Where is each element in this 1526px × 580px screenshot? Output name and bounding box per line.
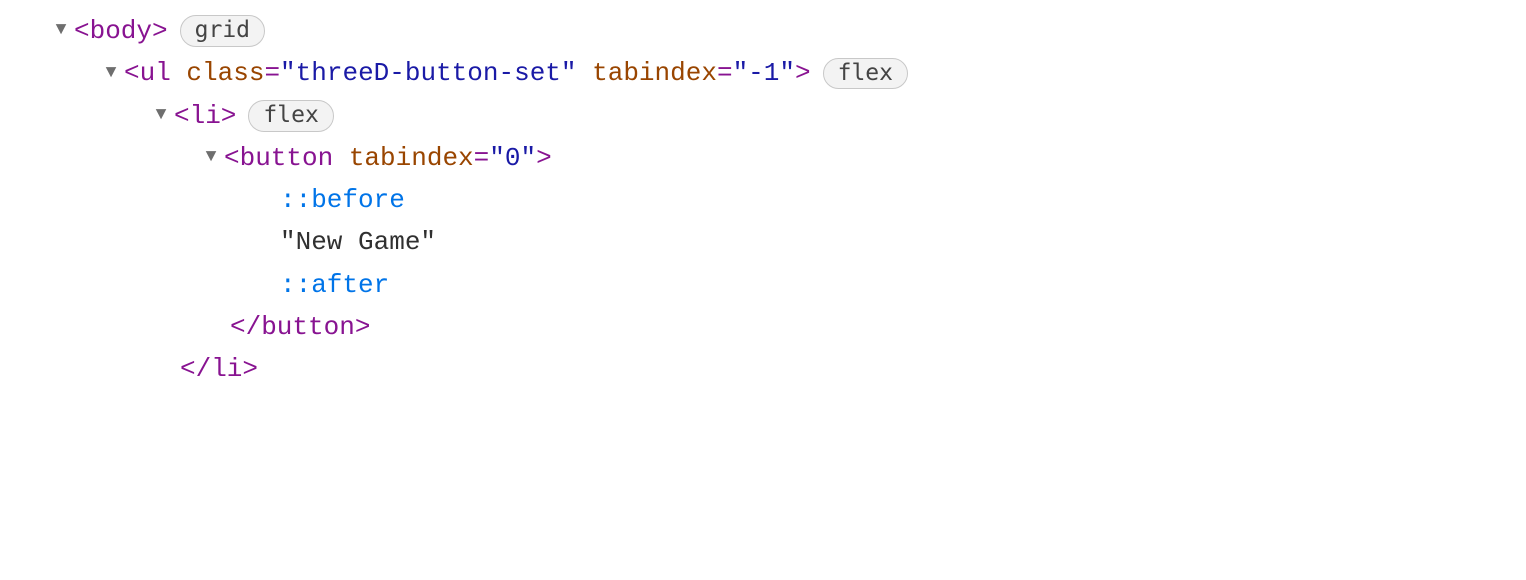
tag-name: = [474, 138, 490, 178]
text-node: "New Game" [280, 222, 436, 262]
layout-badge[interactable]: flex [823, 58, 908, 90]
dom-tree-row[interactable]: ▼<button tabindex="0"> [0, 137, 1526, 179]
layout-badge[interactable]: flex [248, 100, 333, 132]
quote: " [520, 138, 536, 178]
quote: " [779, 53, 795, 93]
tag-name: </li> [180, 349, 258, 389]
attribute-value: -1 [748, 53, 779, 93]
quote: " [280, 53, 296, 93]
attribute-value: 0 [505, 138, 521, 178]
disclosure-triangle-icon[interactable]: ▼ [204, 144, 224, 172]
tag-name: <li> [174, 96, 236, 136]
tag-name: > [536, 138, 552, 178]
tag-name [577, 53, 593, 93]
layout-badge[interactable]: grid [180, 15, 265, 47]
attribute-name: tabindex [349, 138, 474, 178]
dom-tree-row[interactable]: ▼<ul class="threeD-button-set" tabindex=… [0, 52, 1526, 94]
dom-tree-row[interactable]: ▼<body> grid [0, 10, 1526, 52]
dom-tree-row[interactable]: ::after [0, 264, 1526, 306]
dom-tree-row[interactable]: ::before [0, 179, 1526, 221]
quote: " [561, 53, 577, 93]
dom-tree: ▼<body>grid▼<ul class="threeD-button-set… [0, 10, 1526, 391]
attribute-value: threeD-button-set [296, 53, 561, 93]
tag-name: = [264, 53, 280, 93]
tag-name: <body> [74, 11, 168, 51]
tag-name: <button [224, 138, 349, 178]
pseudo-element: ::after [280, 265, 389, 305]
disclosure-triangle-icon[interactable]: ▼ [54, 17, 74, 45]
tag-name: <ul [124, 53, 186, 93]
pseudo-element: ::before [280, 180, 405, 220]
dom-tree-row[interactable]: </button> [0, 306, 1526, 348]
disclosure-triangle-icon[interactable]: ▼ [104, 60, 124, 88]
dom-tree-row[interactable]: </li> [0, 348, 1526, 390]
dom-tree-row[interactable]: ▼<li> flex [0, 95, 1526, 137]
quote: " [489, 138, 505, 178]
tag-name: </button> [230, 307, 370, 347]
disclosure-triangle-icon[interactable]: ▼ [154, 102, 174, 130]
quote: " [733, 53, 749, 93]
dom-tree-row[interactable]: "New Game" [0, 221, 1526, 263]
attribute-name: class [186, 53, 264, 93]
tag-name: = [717, 53, 733, 93]
tag-name: > [795, 53, 811, 93]
attribute-name: tabindex [592, 53, 717, 93]
